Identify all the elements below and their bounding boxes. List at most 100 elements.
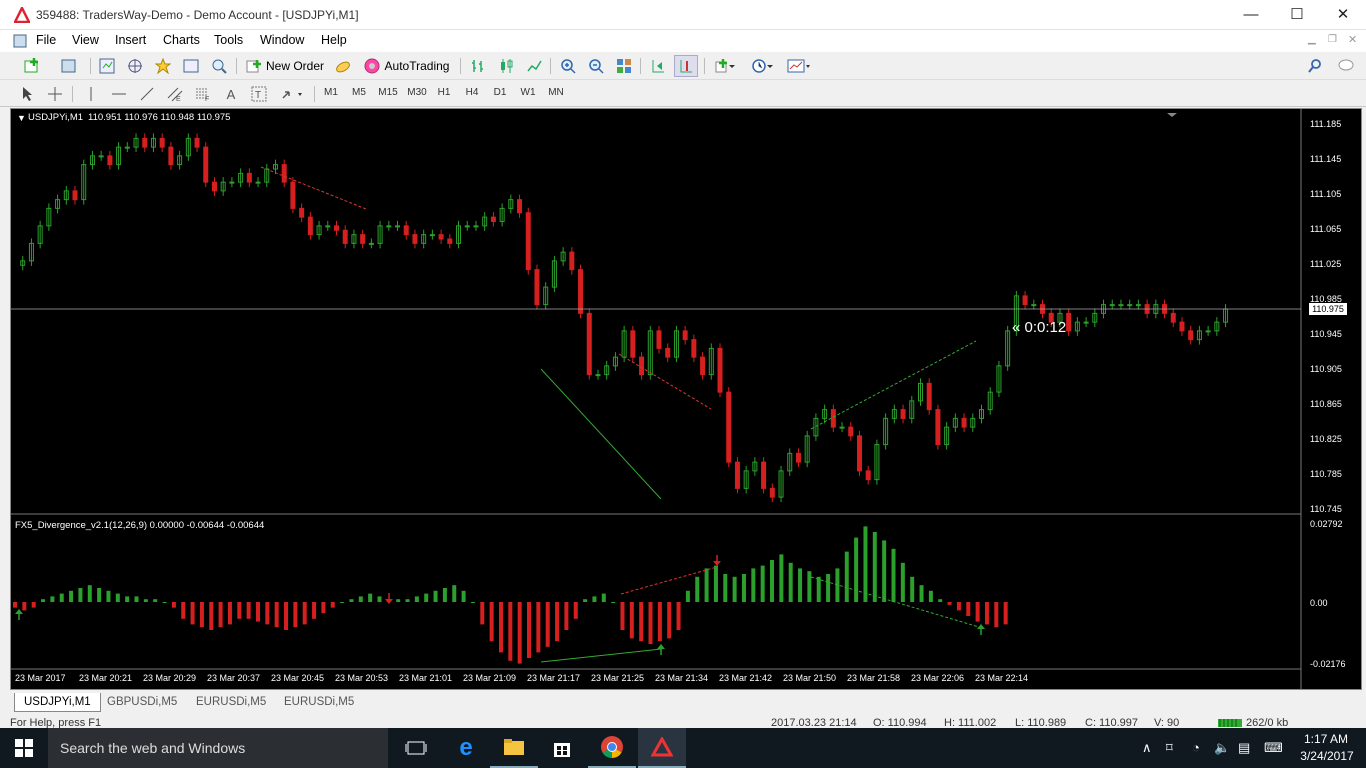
text-label-icon[interactable]: T [248, 83, 270, 105]
tab-eurusd-m5-2[interactable]: EURUSDi,M5 [275, 693, 363, 712]
menu-help[interactable]: Help [321, 33, 347, 47]
indicator-bar [302, 602, 307, 625]
timeframe-mn[interactable]: MN [543, 84, 569, 102]
indicator-bar [377, 596, 382, 602]
chart-window[interactable]: ▼ USDJPYi,M1 110.951 110.976 110.948 110… [10, 108, 1362, 690]
chart-shift-icon[interactable] [674, 55, 698, 77]
zoom-out-icon[interactable] [584, 55, 608, 77]
tray-device-icon[interactable]: ⌑ [1166, 740, 1173, 756]
store-icon[interactable] [538, 728, 586, 768]
price-chart[interactable] [11, 109, 1361, 689]
timeframe-h4[interactable]: H4 [459, 84, 485, 102]
indicator-bar [695, 576, 700, 602]
cursor-icon[interactable] [16, 83, 38, 105]
profiles-icon[interactable] [54, 55, 84, 77]
trendline-icon[interactable] [136, 83, 158, 105]
chrome-icon[interactable] [588, 728, 636, 768]
indicator-bar [293, 602, 298, 628]
menu-bar: File View Insert Charts Tools Window Hel… [0, 30, 1366, 52]
new-chart-icon[interactable] [18, 55, 46, 77]
metatrader-taskbar-icon[interactable] [638, 728, 686, 768]
tab-usdjpy-m1[interactable]: USDJPYi,M1 [14, 693, 101, 712]
auto-scroll-icon[interactable] [646, 55, 670, 77]
menu-window[interactable]: Window [260, 33, 304, 47]
horizontal-line-icon[interactable] [108, 83, 130, 105]
volume-icon[interactable]: 🔈 [1214, 740, 1230, 756]
tab-eurusd-m5[interactable]: EURUSDi,M5 [187, 693, 275, 712]
indicator-bar [227, 602, 232, 625]
document-icon[interactable] [12, 33, 28, 49]
autotrading-button[interactable]: AutoTrading [358, 55, 454, 77]
bar-chart-icon[interactable] [466, 55, 490, 77]
chat-icon[interactable] [1334, 55, 1358, 77]
wifi-icon[interactable]: ◔ [1192, 740, 1200, 755]
navigator-icon[interactable] [152, 55, 174, 77]
candle [203, 146, 209, 183]
menu-tools[interactable]: Tools [214, 33, 243, 47]
timeframe-m15[interactable]: M15 [374, 84, 402, 102]
text-icon[interactable]: A [220, 83, 242, 105]
indicator-bar [396, 599, 401, 602]
menu-view[interactable]: View [72, 33, 99, 47]
candle [290, 181, 296, 209]
file-explorer-icon[interactable] [490, 728, 538, 768]
indicator-bar [713, 565, 718, 602]
timeframe-m30[interactable]: M30 [403, 84, 431, 102]
candle [578, 269, 584, 314]
timeframe-d1[interactable]: D1 [487, 84, 513, 102]
arrow-up-icon [657, 644, 665, 649]
windows-start-icon[interactable] [0, 728, 48, 768]
indicators-icon[interactable] [710, 55, 740, 77]
strategy-tester-icon[interactable] [208, 55, 230, 77]
menu-charts[interactable]: Charts [163, 33, 200, 47]
indicator-bar [751, 568, 756, 602]
menu-insert[interactable]: Insert [115, 33, 146, 47]
indicator-tick-label: 0.02792 [1310, 519, 1343, 529]
tray-overflow-icon[interactable]: ∧ [1142, 740, 1152, 756]
taskbar-search[interactable]: Search the web and Windows [48, 728, 388, 768]
candle [1179, 321, 1185, 332]
data-window-icon[interactable] [124, 55, 146, 77]
menu-file[interactable]: File [36, 33, 56, 47]
market-watch-icon[interactable] [96, 55, 118, 77]
vertical-line-icon[interactable] [80, 83, 102, 105]
child-restore-icon[interactable]: ❐ [1328, 34, 1337, 45]
candle [848, 426, 854, 437]
fibonacci-icon[interactable]: F [192, 83, 214, 105]
keyboard-icon[interactable]: ⌨ [1264, 740, 1283, 756]
notification-icon[interactable]: ▤ [1238, 740, 1250, 756]
title-bar: 359488: TradersWay-Demo - Demo Account -… [0, 0, 1366, 30]
search-icon[interactable] [1304, 55, 1326, 77]
time-tick-label: 23 Mar 20:45 [271, 673, 325, 683]
child-minimize-icon[interactable]: ▁ [1308, 34, 1316, 45]
timeframe-m5[interactable]: M5 [346, 84, 372, 102]
arrows-icon[interactable] [276, 83, 308, 105]
tile-windows-icon[interactable] [612, 55, 636, 77]
indicator-tick-label: -0.02176 [1310, 659, 1346, 669]
candlestick-icon[interactable] [494, 55, 518, 77]
task-view-icon[interactable] [392, 728, 440, 768]
crosshair-icon[interactable] [44, 83, 66, 105]
timeframe-m1[interactable]: M1 [318, 84, 344, 102]
chart-menu-icon[interactable]: ▼ [17, 113, 26, 123]
child-close-icon[interactable]: ✕ [1348, 33, 1357, 46]
templates-icon[interactable] [782, 55, 816, 77]
time-tick-label: 23 Mar 21:58 [847, 673, 901, 683]
zoom-in-icon[interactable] [556, 55, 580, 77]
line-chart-icon[interactable] [522, 55, 546, 77]
metaeditor-icon[interactable] [332, 55, 354, 77]
edge-icon[interactable]: e [442, 728, 490, 768]
minimize-button[interactable]: — [1228, 0, 1274, 30]
candle [926, 382, 932, 411]
timeframe-w1[interactable]: W1 [515, 84, 541, 102]
periods-icon[interactable] [746, 55, 778, 77]
timeframe-h1[interactable]: H1 [431, 84, 457, 102]
indicator-bar [489, 602, 494, 642]
maximize-button[interactable]: ☐ [1274, 0, 1320, 30]
close-button[interactable]: ✕ [1320, 0, 1366, 30]
terminal-icon[interactable] [180, 55, 202, 77]
tab-gbpusd-m5[interactable]: GBPUSDi,M5 [98, 693, 186, 712]
equidistant-channel-icon[interactable]: E [164, 83, 186, 105]
indicator-bar [414, 596, 419, 602]
new-order-button[interactable]: New Order [244, 55, 326, 77]
